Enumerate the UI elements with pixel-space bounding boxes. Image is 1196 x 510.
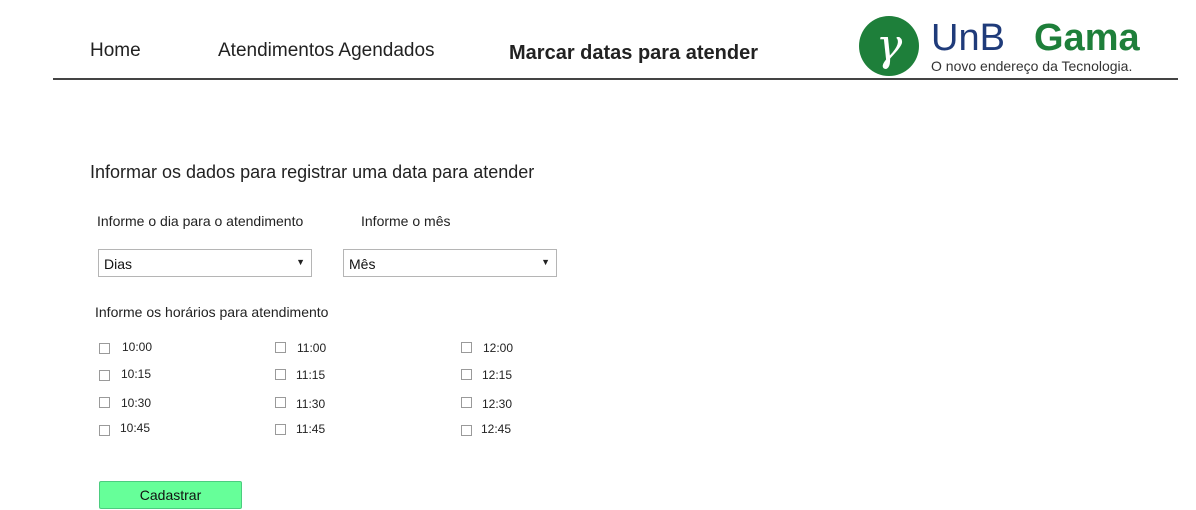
checkbox-1045[interactable] (99, 425, 110, 436)
hour-label-1130: 11:30 (296, 397, 326, 411)
checkbox-1015[interactable] (99, 370, 110, 381)
nav-appointments-link[interactable]: Atendimentos Agendados (218, 40, 435, 62)
hours-label: Informe os horários para atendimento (95, 304, 329, 320)
logo-tagline: O novo endereço da Tecnologia. (931, 58, 1133, 74)
chevron-down-icon: ▼ (296, 257, 305, 267)
header-divider (53, 78, 1178, 80)
checkbox-1245[interactable] (461, 425, 472, 436)
hour-label-1145: 11:45 (296, 422, 326, 436)
logo-unb-text: UnB (931, 17, 1005, 59)
checkbox-1200[interactable] (461, 342, 472, 353)
hour-label-1115: 11:15 (296, 368, 326, 382)
day-select[interactable]: Dias ▼ (98, 249, 312, 277)
checkbox-1030[interactable] (99, 397, 110, 408)
logo-symbol: γ (875, 20, 903, 71)
logo-gama-text: Gama (1034, 17, 1140, 59)
hour-label-1100: 11:00 (297, 341, 327, 355)
checkbox-1115[interactable] (275, 369, 286, 380)
gamma-logo-icon: γ (859, 16, 919, 76)
checkbox-1130[interactable] (275, 397, 286, 408)
hour-label-1230: 12:30 (482, 397, 513, 411)
submit-button[interactable]: Cadastrar (99, 481, 242, 509)
hour-label-1200: 12:00 (483, 341, 514, 355)
day-select-value: Dias (104, 256, 133, 272)
form-title: Informar os dados para registrar uma dat… (90, 162, 535, 182)
hour-label-1045: 10:45 (120, 421, 151, 435)
checkbox-1215[interactable] (461, 369, 472, 380)
chevron-down-icon: ▼ (541, 257, 550, 267)
hour-label-1000: 10:00 (122, 340, 153, 354)
nav-schedule-link[interactable]: Marcar datas para atender (509, 42, 758, 65)
hour-label-1015: 10:15 (121, 367, 152, 381)
month-select-value: Mês (349, 256, 376, 272)
hour-label-1215: 12:15 (482, 368, 513, 382)
unb-gama-logo: γ UnB Gama O novo endereço da Tecnologia… (859, 16, 1169, 76)
checkbox-1100[interactable] (275, 342, 286, 353)
hour-label-1245: 12:45 (481, 422, 512, 436)
checkbox-1145[interactable] (275, 424, 286, 435)
month-label: Informe o mês (361, 213, 451, 229)
checkbox-1230[interactable] (461, 397, 472, 408)
nav-home-link[interactable]: Home (90, 40, 141, 62)
hour-label-1030: 10:30 (121, 396, 152, 410)
day-label: Informe o dia para o atendimento (97, 213, 304, 229)
month-select[interactable]: Mês ▼ (343, 249, 557, 277)
checkbox-1000[interactable] (99, 343, 110, 354)
